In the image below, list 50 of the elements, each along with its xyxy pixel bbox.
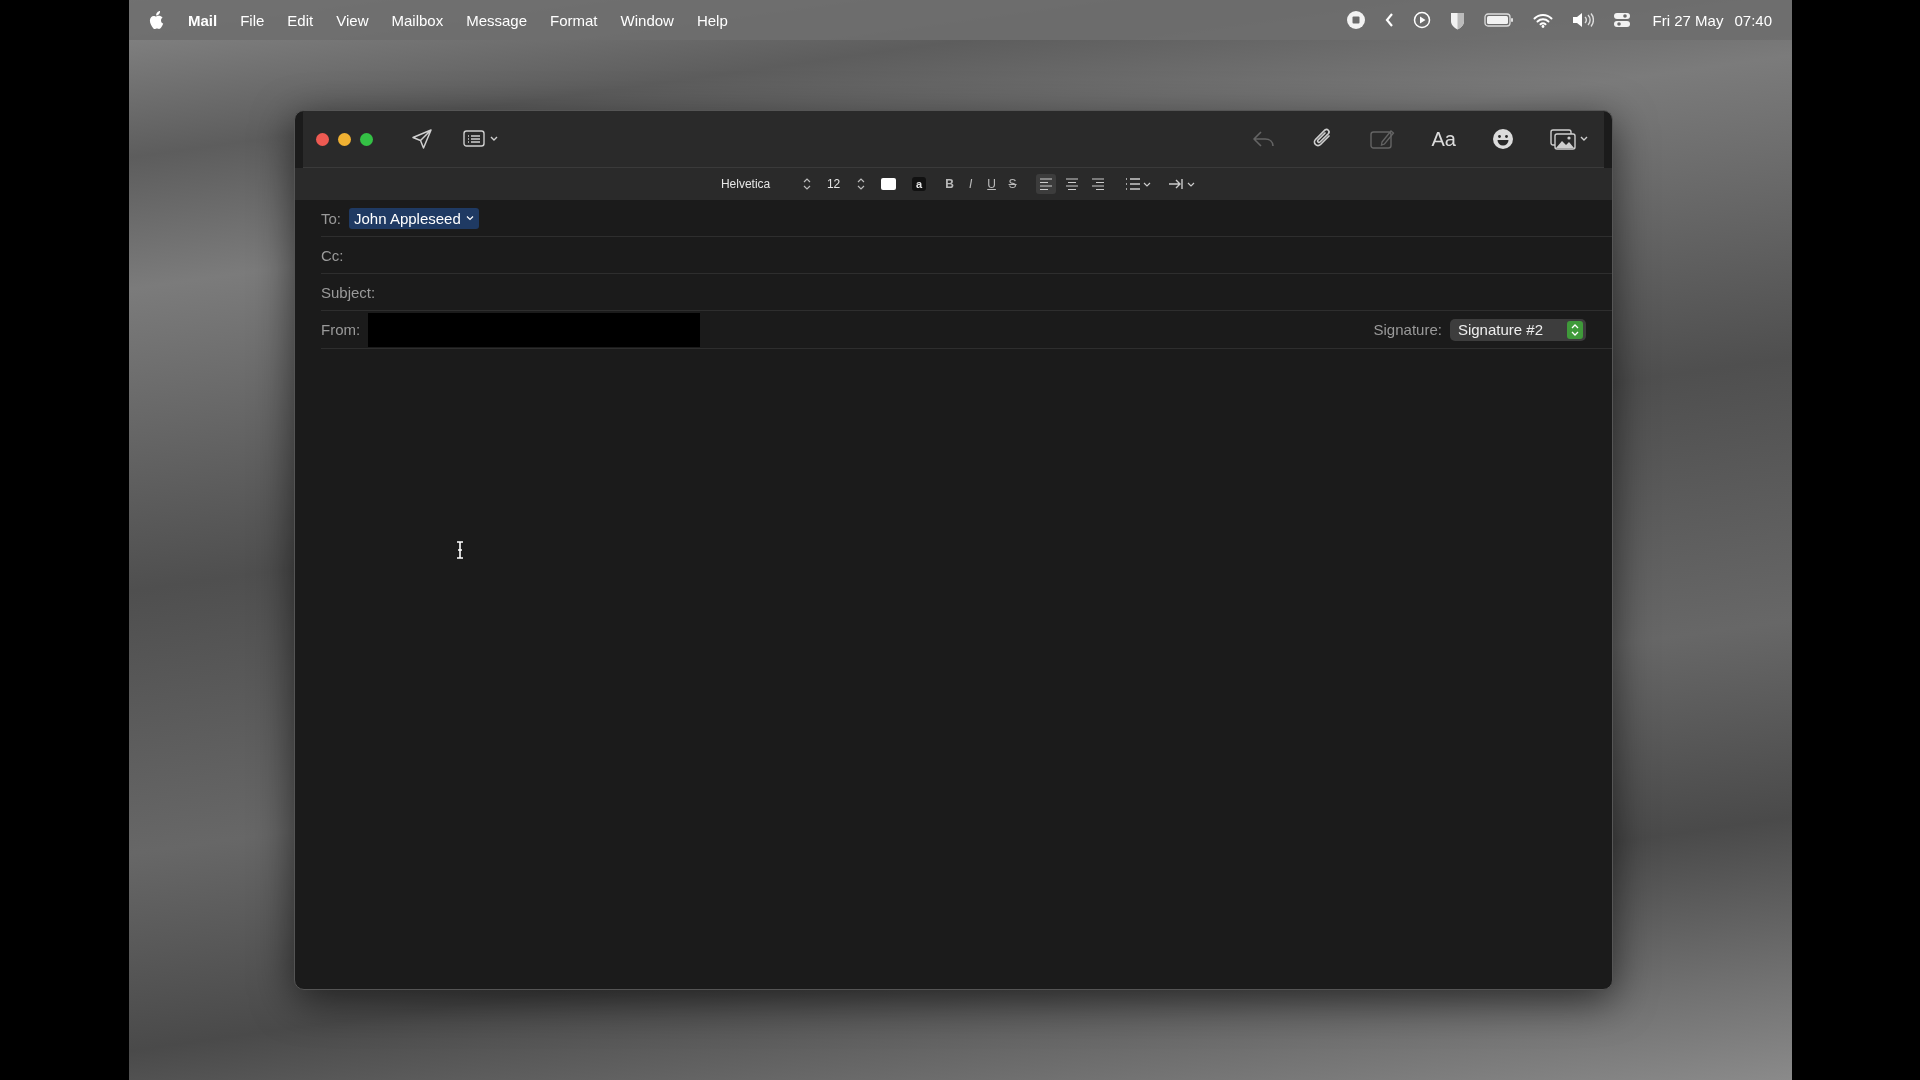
strike-button[interactable]: S (1005, 177, 1021, 191)
emoji-icon[interactable] (1492, 128, 1514, 150)
menu-bar-time[interactable]: 07:40 (1734, 11, 1772, 29)
menu-item[interactable]: Message (466, 11, 528, 29)
chevron-down-icon (465, 215, 474, 221)
app-menu[interactable]: Mail (188, 11, 218, 29)
text-cursor-icon (455, 541, 465, 559)
text-color-swatch[interactable] (880, 178, 896, 190)
apple-logo-icon[interactable] (149, 10, 165, 30)
recipient-token[interactable]: John Appleseed (349, 207, 479, 229)
italic-button[interactable]: I (963, 177, 979, 191)
menu-item[interactable]: View (336, 11, 369, 29)
photo-browser-icon[interactable] (1550, 128, 1590, 150)
stop-recording-icon[interactable] (1345, 10, 1366, 30)
menu-item[interactable]: Help (696, 11, 728, 29)
shield-icon[interactable] (1449, 10, 1465, 30)
zoom-button[interactable] (360, 132, 373, 146)
wifi-icon[interactable] (1532, 12, 1553, 28)
menu-item[interactable]: Window (620, 11, 674, 29)
from-label: From: (321, 321, 361, 338)
battery-icon[interactable] (1483, 13, 1514, 27)
signature-popup[interactable]: Signature #2 (1449, 318, 1586, 341)
send-icon[interactable] (411, 128, 433, 150)
stepper-arrows-icon (1567, 320, 1583, 339)
play-circle-icon[interactable] (1412, 11, 1431, 29)
cc-label: Cc: (321, 246, 344, 264)
fonts-button[interactable]: Aa (1431, 127, 1456, 151)
to-label: To: (321, 209, 341, 227)
minimize-button[interactable] (338, 132, 351, 146)
menu-bar-date[interactable]: Fri 27 May (1652, 11, 1724, 29)
signature-label: Signature: (1373, 321, 1442, 338)
close-button[interactable] (316, 132, 329, 146)
bulleted-list-icon[interactable] (1124, 177, 1153, 191)
menu-item[interactable]: Format (550, 11, 598, 29)
stepper-arrows-icon (802, 178, 811, 190)
menu-item[interactable]: Edit (287, 11, 314, 29)
menu-item[interactable]: File (240, 11, 265, 29)
font-size-popup[interactable]: 12 (826, 177, 865, 191)
subject-label: Subject: (321, 283, 376, 301)
highlight-button[interactable]: a (911, 177, 927, 191)
stepper-arrows-icon (856, 178, 865, 190)
speaker-icon[interactable] (1571, 12, 1594, 28)
chevron-left-icon[interactable] (1384, 13, 1394, 27)
underline-button[interactable]: U (984, 177, 1000, 191)
font-popup[interactable]: Helvetica (720, 177, 811, 191)
bold-button[interactable]: B (942, 177, 958, 191)
menu-item[interactable]: Mailbox (391, 11, 444, 29)
align-left-icon[interactable] (1036, 174, 1057, 194)
control-center-icon[interactable] (1612, 12, 1631, 28)
indent-icon[interactable] (1168, 177, 1197, 191)
